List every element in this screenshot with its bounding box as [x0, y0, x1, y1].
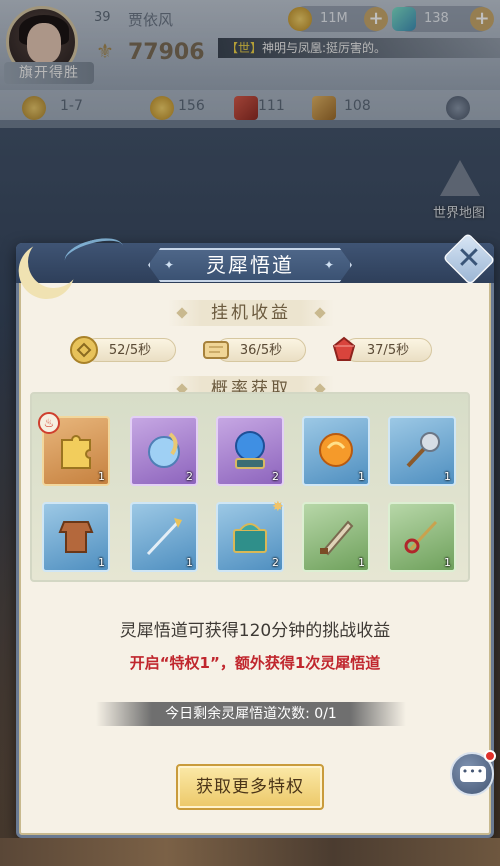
bottom-scene-strip: [0, 838, 500, 866]
dialog-title: 灵犀悟道: [206, 253, 294, 277]
gold-coin-icon: [68, 334, 100, 366]
item-count: 1: [98, 556, 105, 569]
exp-scroll-icon: [200, 334, 232, 366]
item-count: 1: [444, 556, 451, 569]
get-more-privileges-button[interactable]: 获取更多特权: [176, 764, 324, 810]
item-count: 1: [358, 556, 365, 569]
item-count: 2: [272, 556, 279, 569]
reward-item-armor[interactable]: 1: [42, 502, 110, 572]
close-icon[interactable]: ✕: [444, 236, 494, 282]
fire-badge-icon: ♨: [38, 412, 60, 434]
item-count: 1: [186, 556, 193, 569]
reward-item-battle-axe[interactable]: 1: [388, 416, 456, 486]
reward-item-staff[interactable]: 1: [388, 502, 456, 572]
treasure-chest-icon: [233, 523, 267, 553]
item-count: 1: [358, 470, 365, 483]
item-count: 2: [186, 470, 193, 483]
idle-income-heading: 挂机收益: [168, 300, 334, 326]
item-count: 1: [98, 470, 105, 483]
short-blade-icon: [320, 520, 354, 556]
remaining-attempts: 今日剩余灵犀悟道次数: 0/1: [96, 702, 406, 726]
reward-item-spear[interactable]: 1: [130, 502, 198, 572]
crystal-ball-icon: [235, 431, 265, 469]
item-count: 2: [272, 470, 279, 483]
reward-item-crystal-ball[interactable]: 2: [216, 416, 284, 486]
reward-item-spirit-orb[interactable]: 2: [130, 416, 198, 486]
ornate-staff-icon: [404, 520, 438, 554]
privilege-hint: 开启“特权1”，额外获得1次灵犀悟道: [129, 654, 381, 672]
golden-puzzle-piece-icon: [61, 435, 91, 469]
reward-item-fire-orb[interactable]: 1: [302, 416, 370, 486]
chat-icon[interactable]: •••: [460, 766, 486, 782]
sparkle-icon: ✸: [272, 499, 284, 515]
dialog-description: 灵犀悟道可获得120分钟的挑战收益: [119, 621, 391, 641]
item-count: 1: [444, 470, 451, 483]
bronze-armor-icon: [58, 521, 94, 553]
battle-axe-icon: [406, 432, 440, 468]
red-gem-icon: [328, 334, 360, 366]
fire-orb-icon: [319, 433, 353, 467]
reward-item-blade[interactable]: 1: [302, 502, 370, 572]
spirit-orb-icon: [148, 432, 180, 468]
golden-spear-icon: [146, 518, 182, 556]
notification-dot: [484, 750, 496, 762]
